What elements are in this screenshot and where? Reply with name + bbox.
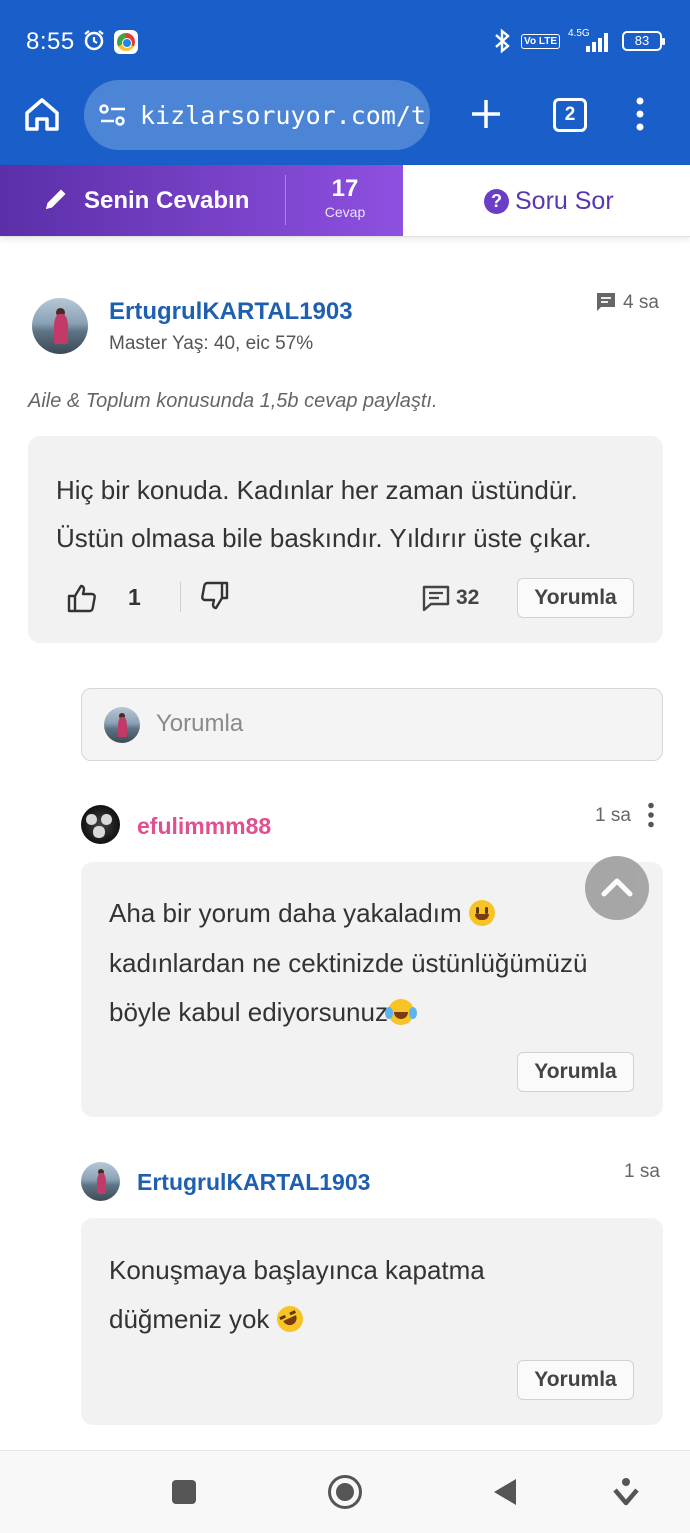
- answer-time: 4 sa: [623, 292, 659, 313]
- comment-time: 1 sa: [595, 805, 631, 826]
- comment-text-line-3: böyle kabul ediyorsunuz: [109, 988, 414, 1037]
- like-icon[interactable]: [66, 582, 98, 614]
- new-tab-icon[interactable]: [468, 96, 504, 132]
- smiley-emoji-icon: [468, 900, 495, 926]
- more-options-icon[interactable]: [646, 802, 656, 828]
- divider: [180, 582, 181, 612]
- comment-input-placeholder: Yorumla: [156, 710, 244, 737]
- pencil-icon: [46, 189, 66, 209]
- home-icon[interactable]: [22, 94, 62, 134]
- comment-input[interactable]: Yorumla: [81, 688, 663, 761]
- comment-username[interactable]: ErtugrulKARTAL1903: [137, 1169, 370, 1196]
- volte-icon: Vo LTE: [521, 33, 560, 49]
- comment-text-line-2: kadınlardan ne cektinizde üstünlüğümüzü: [109, 948, 588, 978]
- site-settings-icon[interactable]: [98, 103, 128, 127]
- rofl-emoji-icon: [272, 1301, 307, 1337]
- comment-count: 32: [456, 586, 480, 609]
- answer-user-meta: Master Yaş: 40, eic 57%: [109, 333, 314, 354]
- answer-bar: Senin Cevabın 17 Cevap ? Soru Sor: [0, 165, 690, 237]
- question-icon: ?: [484, 189, 509, 214]
- system-navigation-bar: [0, 1450, 690, 1533]
- expand-down-icon[interactable]: [613, 1477, 639, 1507]
- alarm-icon: [84, 30, 104, 51]
- battery-icon: 83: [622, 31, 665, 51]
- comment-time: 1 sa: [624, 1161, 660, 1182]
- comment-card: Konuşmaya başlayınca kapatma düğmeniz yo…: [81, 1218, 663, 1425]
- comment-username[interactable]: efulimmm88: [137, 813, 271, 840]
- avatar[interactable]: [81, 805, 120, 844]
- address-bar[interactable]: kizlarsoruyor.com/t: [84, 80, 430, 150]
- comment-icon: [597, 293, 615, 311]
- your-answer-button[interactable]: Senin Cevabın 17 Cevap: [0, 165, 403, 236]
- status-bar: 8:55 Vo LTE 4.5G 83: [0, 0, 690, 80]
- status-time: 8:55: [26, 28, 75, 55]
- answer-count-label: Cevap: [324, 204, 366, 220]
- comment-card: Aha bir yorum daha yakaladım kadınlardan…: [81, 862, 663, 1117]
- comments-icon[interactable]: [421, 583, 451, 613]
- category-note: Aile & Toplum konusunda 1,5b cevap payla…: [28, 390, 438, 412]
- laughing-tears-emoji-icon: [384, 999, 414, 1025]
- back-icon[interactable]: [492, 1477, 518, 1507]
- url-text: kizlarsoruyor.com/t: [140, 100, 426, 130]
- avatar: [104, 707, 140, 743]
- recent-apps-icon[interactable]: [171, 1479, 197, 1505]
- ask-question-label: Soru Sor: [515, 187, 614, 215]
- signal-icon: 4.5G: [568, 28, 614, 54]
- comment-text-line-2: düğmeniz yok: [109, 1295, 307, 1344]
- status-indicators: Vo LTE 4.5G 83: [491, 26, 665, 56]
- answer-count: 17: [331, 175, 359, 202]
- more-options-icon[interactable]: [630, 96, 650, 132]
- your-answer-label: Senin Cevabın: [84, 187, 250, 214]
- ask-question-button[interactable]: ? Soru Sor: [484, 187, 614, 216]
- comment-button[interactable]: Yorumla: [517, 1360, 634, 1400]
- home-button-icon[interactable]: [327, 1474, 363, 1510]
- dislike-icon[interactable]: [198, 580, 230, 612]
- comment-text-line-1: Konuşmaya başlayınca kapatma: [109, 1255, 485, 1285]
- like-count: 1: [128, 584, 141, 610]
- comment-button[interactable]: Yorumla: [517, 578, 634, 618]
- bluetooth-icon: [495, 28, 510, 54]
- answer-text-line-1: Hiç bir konuda. Kadınlar her zaman üstün…: [56, 475, 578, 505]
- answer-username[interactable]: ErtugrulKARTAL1903: [109, 298, 353, 326]
- avatar[interactable]: [32, 298, 88, 354]
- answer-text-line-2: Üstün olmasa bile baskındır. Yıldırır üs…: [56, 523, 592, 553]
- browser-chrome: 8:55 Vo LTE 4.5G 83 kizlarsoruyor.com/t: [0, 0, 690, 165]
- comment-button[interactable]: Yorumla: [517, 1052, 634, 1092]
- browser-toolbar: kizlarsoruyor.com/t 2: [0, 80, 690, 165]
- comment-text-line-1: Aha bir yorum daha yakaladım: [109, 889, 495, 938]
- chrome-app-icon: [114, 30, 138, 54]
- avatar[interactable]: [81, 1162, 120, 1201]
- tab-switcher-button[interactable]: 2: [553, 98, 587, 132]
- scroll-to-top-button[interactable]: [585, 856, 649, 920]
- chevron-up-icon: [601, 878, 633, 897]
